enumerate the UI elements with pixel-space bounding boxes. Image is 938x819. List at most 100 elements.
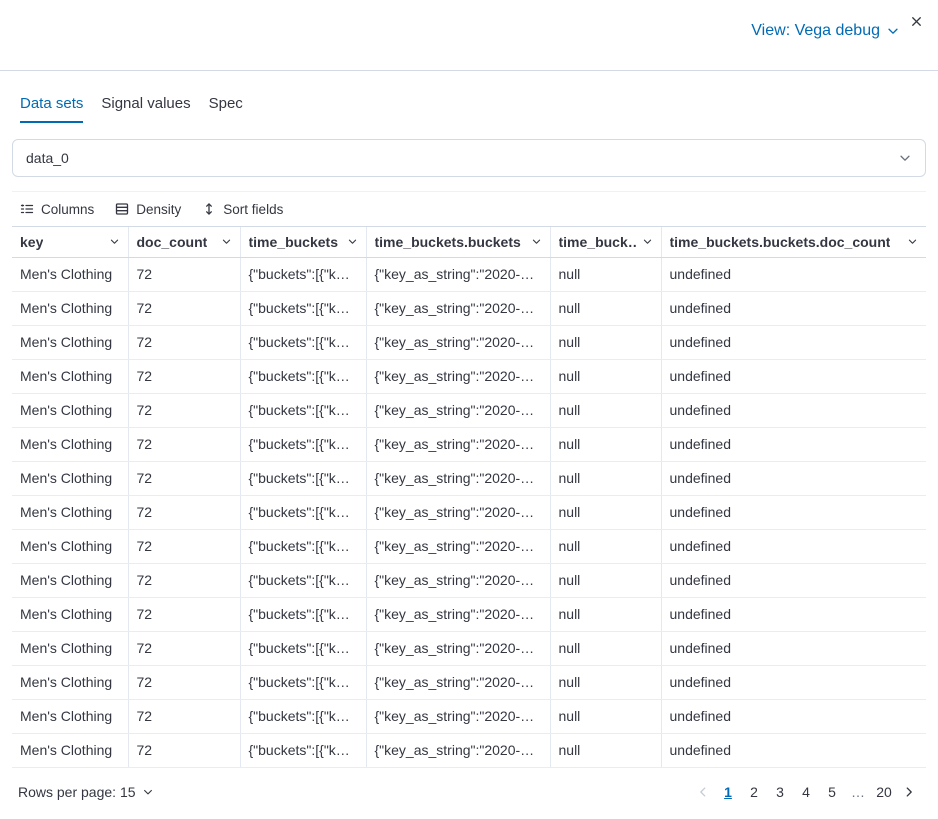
cell-doc-count: 72 — [128, 699, 240, 733]
cell-time-buckets-buckets-doc-count: undefined — [661, 665, 926, 699]
column-header-time-buckets[interactable]: time_buckets — [240, 227, 366, 257]
table-row: Men's Clothing 72 {"buckets":[{"k… {"key… — [12, 427, 926, 461]
cell-time-buckets-buckets-doc-count: undefined — [661, 427, 926, 461]
data-table: key doc_count time_buc — [12, 227, 926, 768]
cell-time-buckets: {"buckets":[{"k… — [240, 597, 366, 631]
tab-spec[interactable]: Spec — [209, 93, 243, 123]
cell-key: Men's Clothing — [12, 393, 128, 427]
table-row: Men's Clothing 72 {"buckets":[{"k… {"key… — [12, 359, 926, 393]
cell-time-buckets: {"buckets":[{"k… — [240, 325, 366, 359]
cell-time-buckets-buckets-doc-count: undefined — [661, 733, 926, 767]
chevron-down-icon — [898, 151, 912, 165]
pagination-page-3[interactable]: 3 — [768, 780, 792, 804]
rows-per-page-button[interactable]: Rows per page: 15 — [18, 784, 154, 800]
table-row: Men's Clothing 72 {"buckets":[{"k… {"key… — [12, 495, 926, 529]
column-header-time-buckets-truncated[interactable]: time_buck… — [550, 227, 661, 257]
density-button[interactable]: Density — [114, 201, 181, 217]
cell-time-buckets: {"buckets":[{"k… — [240, 427, 366, 461]
cell-time-buckets-buckets: {"key_as_string":"2020-… — [366, 699, 550, 733]
view-selector-button[interactable]: View: Vega debug — [751, 22, 900, 40]
sort-icon — [201, 201, 217, 217]
pagination-page-1[interactable]: 1 — [716, 780, 740, 804]
column-header-time-buckets-buckets-doc-count[interactable]: time_buckets.buckets.doc_count — [661, 227, 926, 257]
cell-time-buckets: {"buckets":[{"k… — [240, 257, 366, 291]
cell-time-buckets-buckets: {"key_as_string":"2020-… — [366, 529, 550, 563]
cell-time-buckets: {"buckets":[{"k… — [240, 563, 366, 597]
cell-time-buckets: {"buckets":[{"k… — [240, 529, 366, 563]
close-icon[interactable] — [909, 14, 924, 29]
pagination-ellipsis: … — [846, 780, 870, 804]
cell-doc-count: 72 — [128, 461, 240, 495]
cell-time-buckets-buckets: {"key_as_string":"2020-… — [366, 291, 550, 325]
table-row: Men's Clothing 72 {"buckets":[{"k… {"key… — [12, 461, 926, 495]
cell-time-buckets: {"buckets":[{"k… — [240, 733, 366, 767]
cell-doc-count: 72 — [128, 665, 240, 699]
cell-key: Men's Clothing — [12, 563, 128, 597]
column-header-doc-count[interactable]: doc_count — [128, 227, 240, 257]
cell-time-buckets-truncated: null — [550, 257, 661, 291]
cell-time-buckets-buckets-doc-count: undefined — [661, 699, 926, 733]
cell-time-buckets-truncated: null — [550, 393, 661, 427]
cell-time-buckets-truncated: null — [550, 427, 661, 461]
column-header-label: time_buckets.buckets.doc_count — [670, 234, 891, 250]
cell-doc-count: 72 — [128, 359, 240, 393]
column-header-label: doc_count — [137, 234, 208, 250]
density-icon — [114, 201, 130, 217]
cell-time-buckets-truncated: null — [550, 495, 661, 529]
cell-time-buckets-buckets-doc-count: undefined — [661, 291, 926, 325]
cell-time-buckets-truncated: null — [550, 733, 661, 767]
cell-key: Men's Clothing — [12, 631, 128, 665]
table-row: Men's Clothing 72 {"buckets":[{"k… {"key… — [12, 597, 926, 631]
tab-data-sets[interactable]: Data sets — [20, 93, 83, 123]
cell-time-buckets-buckets: {"key_as_string":"2020-… — [366, 427, 550, 461]
cell-time-buckets-buckets-doc-count: undefined — [661, 563, 926, 597]
cell-key: Men's Clothing — [12, 597, 128, 631]
cell-doc-count: 72 — [128, 325, 240, 359]
tab-signal-values[interactable]: Signal values — [101, 93, 190, 123]
cell-time-buckets-buckets-doc-count: undefined — [661, 461, 926, 495]
pagination-page-5[interactable]: 5 — [820, 780, 844, 804]
cell-time-buckets-truncated: null — [550, 325, 661, 359]
columns-button[interactable]: Columns — [19, 201, 94, 217]
cell-time-buckets-buckets: {"key_as_string":"2020-… — [366, 359, 550, 393]
pagination-page-20[interactable]: 20 — [872, 780, 896, 804]
cell-doc-count: 72 — [128, 495, 240, 529]
cell-time-buckets-buckets: {"key_as_string":"2020-… — [366, 597, 550, 631]
table-row: Men's Clothing 72 {"buckets":[{"k… {"key… — [12, 257, 926, 291]
dataset-select[interactable]: data_0 — [12, 139, 926, 177]
chevron-down-icon — [109, 236, 120, 247]
pagination-next-icon[interactable] — [898, 781, 920, 803]
pagination-page-4[interactable]: 4 — [794, 780, 818, 804]
sort-fields-button[interactable]: Sort fields — [201, 201, 283, 217]
cell-time-buckets-truncated: null — [550, 461, 661, 495]
cell-key: Men's Clothing — [12, 461, 128, 495]
cell-time-buckets: {"buckets":[{"k… — [240, 665, 366, 699]
cell-time-buckets-buckets-doc-count: undefined — [661, 393, 926, 427]
cell-time-buckets: {"buckets":[{"k… — [240, 291, 366, 325]
cell-time-buckets: {"buckets":[{"k… — [240, 461, 366, 495]
cell-time-buckets-buckets: {"key_as_string":"2020-… — [366, 495, 550, 529]
cell-time-buckets-buckets: {"key_as_string":"2020-… — [366, 257, 550, 291]
cell-time-buckets-buckets-doc-count: undefined — [661, 529, 926, 563]
cell-time-buckets: {"buckets":[{"k… — [240, 359, 366, 393]
table-row: Men's Clothing 72 {"buckets":[{"k… {"key… — [12, 325, 926, 359]
cell-time-buckets-buckets-doc-count: undefined — [661, 325, 926, 359]
pagination-page-2[interactable]: 2 — [742, 780, 766, 804]
table-row: Men's Clothing 72 {"buckets":[{"k… {"key… — [12, 631, 926, 665]
pagination-prev-icon[interactable] — [692, 781, 714, 803]
cell-time-buckets-buckets: {"key_as_string":"2020-… — [366, 665, 550, 699]
table-row: Men's Clothing 72 {"buckets":[{"k… {"key… — [12, 563, 926, 597]
column-header-key[interactable]: key — [12, 227, 128, 257]
table-header: key doc_count time_buc — [12, 227, 926, 257]
chevron-down-icon — [347, 236, 358, 247]
column-header-time-buckets-buckets[interactable]: time_buckets.buckets — [366, 227, 550, 257]
grid-toolbar: Columns Density Sort fields — [12, 191, 926, 227]
cell-doc-count: 72 — [128, 529, 240, 563]
cell-time-buckets-buckets: {"key_as_string":"2020-… — [366, 393, 550, 427]
cell-time-buckets-buckets-doc-count: undefined — [661, 597, 926, 631]
cell-doc-count: 72 — [128, 631, 240, 665]
cell-key: Men's Clothing — [12, 733, 128, 767]
table-header-row: key doc_count time_buc — [12, 227, 926, 257]
cell-key: Men's Clothing — [12, 325, 128, 359]
cell-doc-count: 72 — [128, 563, 240, 597]
